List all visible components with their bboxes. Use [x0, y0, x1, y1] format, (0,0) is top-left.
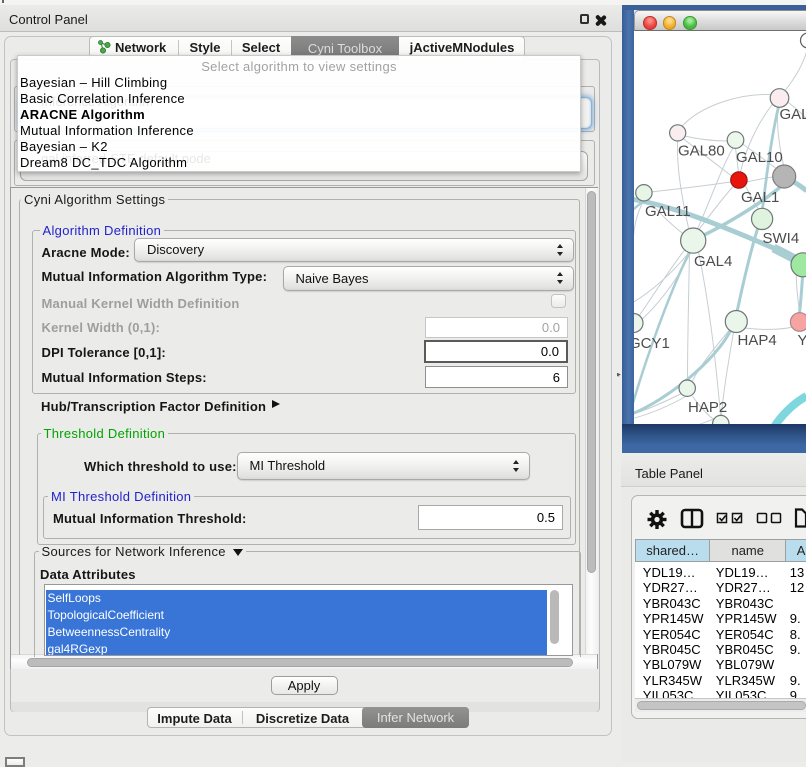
- svg-text:GAL1: GAL1: [741, 189, 779, 206]
- svg-text:GAL10: GAL10: [736, 149, 783, 166]
- svg-text:GAL4: GAL4: [694, 253, 732, 270]
- svg-text:HAP2: HAP2: [688, 399, 727, 416]
- svg-text:SWI4: SWI4: [762, 230, 799, 247]
- svg-text:GAL7: GAL7: [779, 106, 806, 123]
- svg-text:HAP4: HAP4: [737, 332, 776, 349]
- svg-text:Y: Y: [797, 332, 806, 349]
- svg-text:GAL11: GAL11: [645, 203, 691, 220]
- svg-text:GCY1: GCY1: [634, 335, 670, 352]
- svg-text:GAL80: GAL80: [678, 143, 725, 160]
